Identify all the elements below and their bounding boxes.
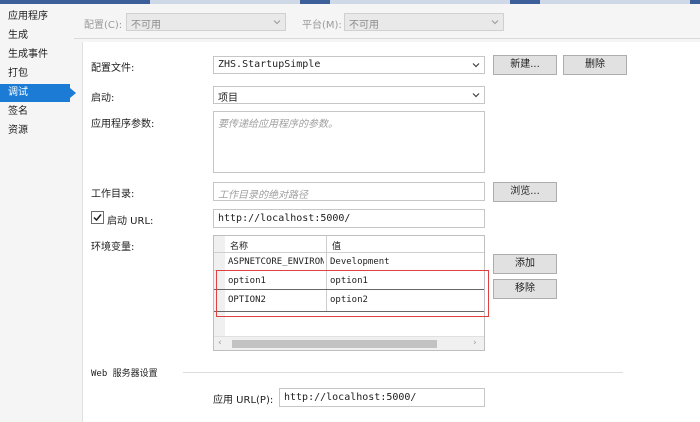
- delete-profile-button[interactable]: 删除: [563, 55, 627, 75]
- sidebar-item-label: 生成事件: [8, 49, 48, 60]
- platform-dropdown-value: 不可用: [349, 20, 379, 31]
- new-profile-button[interactable]: 新建...: [493, 55, 557, 75]
- sidebar-item-label: 调试: [8, 87, 28, 98]
- config-label: 配置(C):: [84, 20, 123, 31]
- chevron-down-icon: [472, 93, 480, 98]
- config-bar: 配置(C): 不可用 平台(M): 不可用: [74, 4, 700, 39]
- env-row-1-name[interactable]: ASPNETCORE_ENVIRONMENT: [228, 257, 324, 267]
- scroll-left-icon[interactable]: ‹: [218, 338, 222, 348]
- working-dir-placeholder: 工作目录的绝对路径: [218, 190, 308, 201]
- column-header-value[interactable]: 值: [332, 239, 472, 252]
- checkmark-icon: [93, 214, 102, 222]
- env-vars-label: 环境变量:: [91, 242, 135, 253]
- config-dropdown[interactable]: 不可用: [126, 13, 286, 31]
- sidebar-item-label: 打包: [8, 68, 28, 79]
- app-url-value: http://localhost:5000/: [284, 392, 417, 403]
- launch-url-checkbox[interactable]: [91, 211, 104, 224]
- launch-url-label: 启动 URL:: [107, 216, 154, 227]
- scrollbar-thumb[interactable]: [232, 340, 437, 348]
- sidebar-item-label: 资源: [8, 125, 28, 136]
- remove-env-button[interactable]: 移除: [493, 279, 557, 299]
- profile-label: 配置文件:: [91, 63, 135, 74]
- sidebar-item-build[interactable]: 生成: [0, 27, 70, 45]
- env-row-1-value[interactable]: Development: [330, 257, 480, 267]
- sidebar-item-application[interactable]: 应用程序: [0, 8, 70, 26]
- sidebar-item-signing[interactable]: 签名: [0, 103, 70, 121]
- profile-dropdown-value: ZHS.StartupSimple: [218, 59, 321, 70]
- sidebar-item-package[interactable]: 打包: [0, 65, 70, 83]
- sidebar: 应用程序 生成 生成事件 打包 调试 签名 资源: [0, 4, 76, 422]
- section-divider: [183, 372, 623, 373]
- app-url-input[interactable]: http://localhost:5000/: [279, 388, 485, 407]
- sidebar-item-debug[interactable]: 调试: [0, 84, 76, 102]
- chevron-down-icon: [273, 20, 281, 25]
- launch-dropdown-value: 项目: [218, 93, 238, 104]
- platform-dropdown[interactable]: 不可用: [344, 13, 504, 31]
- app-args-textarea[interactable]: 要传递给应用程序的参数。: [213, 111, 485, 173]
- working-dir-label: 工作目录:: [91, 189, 135, 200]
- chevron-down-icon: [491, 20, 499, 25]
- launch-url-input[interactable]: http://localhost:5000/: [213, 209, 485, 228]
- chevron-down-icon: [472, 63, 480, 68]
- horizontal-scrollbar[interactable]: ‹ ›: [214, 336, 484, 350]
- launch-label: 启动:: [91, 93, 115, 104]
- sidebar-item-resources[interactable]: 资源: [0, 122, 70, 140]
- column-header-name[interactable]: 名称: [230, 239, 326, 252]
- sidebar-item-label: 生成: [8, 30, 28, 41]
- profile-dropdown[interactable]: ZHS.StartupSimple: [213, 56, 485, 74]
- config-dropdown-value: 不可用: [131, 20, 161, 31]
- app-args-placeholder: 要传递给应用程序的参数。: [218, 119, 338, 130]
- launch-dropdown[interactable]: 项目: [213, 86, 485, 104]
- working-dir-input[interactable]: 工作目录的绝对路径: [213, 182, 485, 201]
- platform-label: 平台(M):: [302, 20, 342, 31]
- app-args-label: 应用程序参数:: [91, 119, 155, 130]
- grid-line: [214, 252, 484, 253]
- sidebar-item-build-events[interactable]: 生成事件: [0, 46, 70, 64]
- browse-button[interactable]: 浏览...: [493, 182, 557, 202]
- debug-settings-page: 配置文件: ZHS.StartupSimple 新建... 删除 启动: 项目 …: [82, 42, 700, 422]
- scroll-right-icon[interactable]: ›: [473, 338, 477, 348]
- web-server-section-title: Web 服务器设置: [91, 369, 158, 379]
- launch-url-value: http://localhost:5000/: [218, 213, 351, 224]
- sidebar-item-label: 签名: [8, 106, 28, 117]
- highlight-box: [216, 270, 489, 317]
- app-url-label: 应用 URL(P):: [213, 395, 274, 406]
- main-panel: 配置(C): 不可用 平台(M): 不可用 配置文件: ZHS.StartupS…: [74, 4, 700, 422]
- add-env-button[interactable]: 添加: [493, 254, 557, 274]
- sidebar-item-label: 应用程序: [8, 11, 48, 22]
